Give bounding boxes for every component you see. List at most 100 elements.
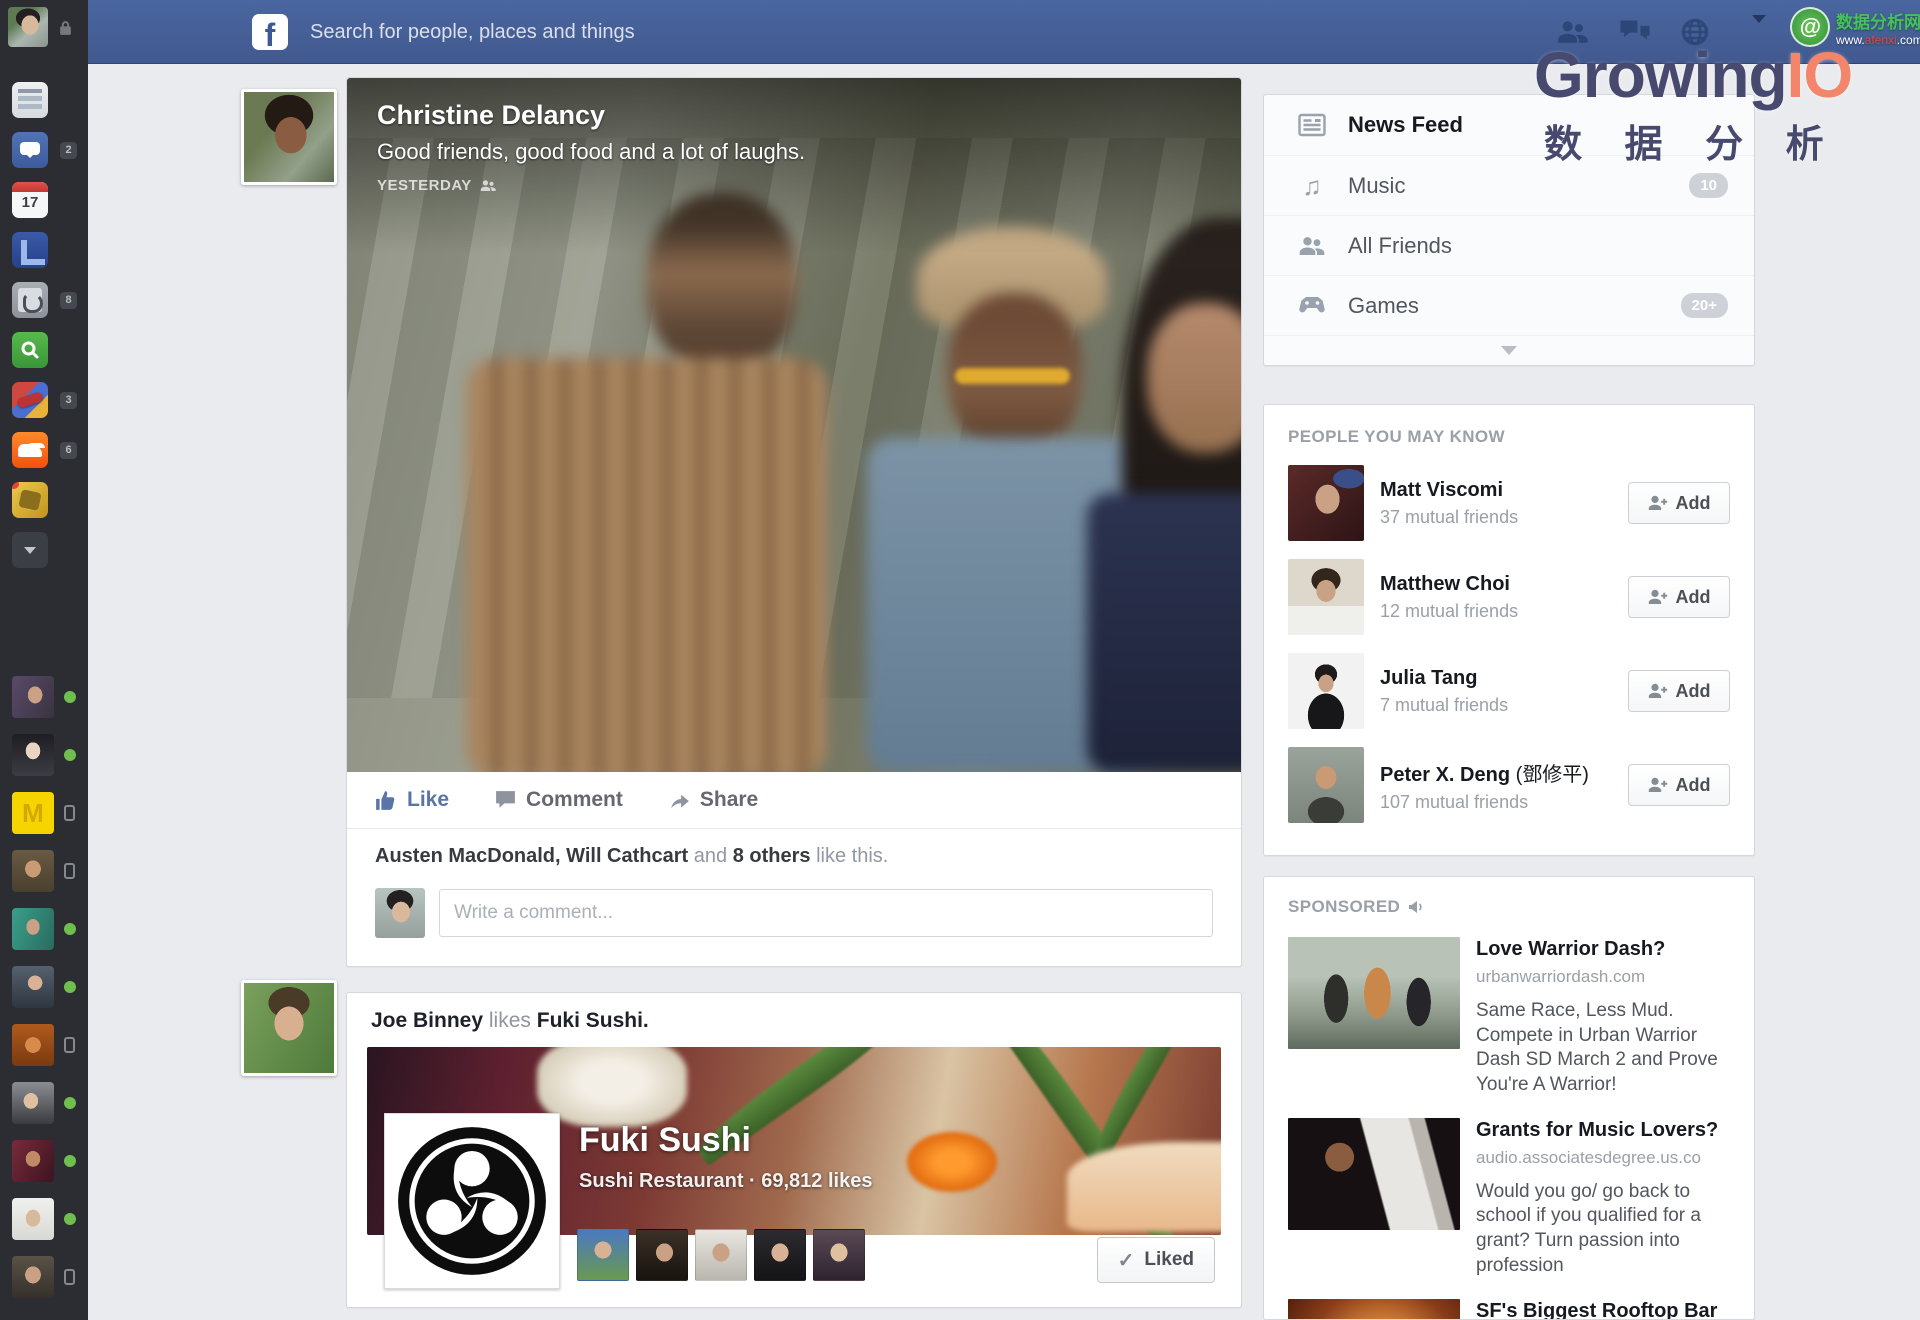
sidebar-item-gifts[interactable] (12, 482, 48, 532)
page-name-link[interactable]: Fuki Sushi. (537, 1009, 649, 1032)
liker-thumbnail[interactable] (577, 1229, 629, 1281)
friend-item[interactable] (12, 1024, 54, 1082)
site-watermark: @ 数据分析网 www.afenxi.com (1790, 7, 1920, 47)
chevron-down-icon (12, 532, 48, 568)
soundcloud-count-badge: 6 (60, 442, 77, 459)
person-photo[interactable] (1288, 653, 1364, 729)
comment-button[interactable]: Comment (495, 788, 623, 812)
sidebar-item-news-feed[interactable] (12, 82, 48, 132)
post-header-overlay: Christine Delancy Good friends, good foo… (347, 78, 1241, 254)
facebook-logo[interactable]: f (252, 14, 288, 50)
person-photo[interactable] (1288, 559, 1364, 635)
facebook-page: 2 17 8 3 (0, 0, 1920, 1320)
comment-row (347, 876, 1241, 960)
news-feed-icon (12, 82, 48, 118)
person-name[interactable]: Matthew Choi (1380, 573, 1612, 596)
game-controller-icon (1298, 296, 1326, 315)
sidebar-item-messages[interactable]: 2 (12, 132, 48, 182)
page-profile-logo[interactable] (384, 1113, 560, 1289)
post-author-name[interactable]: Christine Delancy (377, 100, 1211, 131)
person-name[interactable]: Julia Tang (1380, 667, 1612, 690)
friend-item[interactable] (12, 734, 54, 792)
nav-item-all-friends[interactable]: All Friends (1264, 215, 1754, 275)
page-cover[interactable]: Fuki Sushi Sushi Restaurant · 69,812 lik… (367, 1047, 1221, 1235)
friend-item[interactable] (12, 1140, 54, 1198)
share-button[interactable]: Share (669, 788, 758, 812)
games-count-badge: 20+ (1681, 293, 1728, 318)
sidebar-item-events[interactable]: 17 (12, 182, 48, 232)
search-app-icon (12, 332, 48, 368)
ad-title[interactable]: Grants for Music Lovers? (1476, 1118, 1730, 1143)
sidebar-item-notes[interactable] (12, 232, 48, 282)
sidebar-item-drawing[interactable]: 8 (12, 282, 48, 332)
post-timestamp[interactable]: YESTERDAY (377, 177, 1211, 194)
liker-thumbnail[interactable] (695, 1229, 747, 1281)
online-dot-icon (64, 1213, 76, 1225)
current-user-avatar[interactable] (8, 7, 48, 47)
sidebar-item-games[interactable]: 3 (12, 382, 48, 432)
sidebar-item-search-app[interactable] (12, 332, 48, 382)
friend-avatar (12, 1024, 54, 1066)
growingio-io-accent: IO (1787, 39, 1853, 111)
search-input[interactable]: Search for people, places and things (310, 0, 635, 64)
sidebar-apps-expand-button[interactable] (12, 532, 48, 582)
friend-item[interactable] (12, 1198, 54, 1256)
ad-title[interactable]: Love Warrior Dash? (1476, 937, 1730, 962)
calendar-icon: 17 (12, 182, 48, 218)
post-photo[interactable]: Christine Delancy Good friends, good foo… (347, 78, 1241, 772)
liked-button[interactable]: ✓ Liked (1097, 1237, 1215, 1283)
other-likers-link[interactable]: 8 others (733, 845, 811, 867)
friend-item[interactable] (12, 1256, 54, 1314)
post-author-name[interactable]: Joe Binney (371, 1009, 483, 1032)
gifts-app-icon (12, 482, 48, 518)
friend-avatar (12, 850, 54, 892)
sponsored-ad[interactable]: Love Warrior Dash? urbanwarriordash.com … (1288, 937, 1730, 1098)
person-photo[interactable] (1288, 747, 1364, 823)
add-friend-button[interactable]: Add (1628, 482, 1730, 524)
mutual-friends: 37 mutual friends (1380, 507, 1612, 528)
friend-item[interactable] (12, 676, 54, 734)
like-button[interactable]: Like (375, 788, 449, 812)
person-name[interactable]: Peter X. Deng (鄧修平) (1380, 758, 1612, 787)
friend-item[interactable] (12, 908, 54, 966)
sidebar-item-soundcloud[interactable]: 6 (12, 432, 48, 482)
sponsored-header: SPONSORED (1288, 897, 1730, 917)
post-message: Good friends, good food and a lot of lau… (377, 139, 1211, 165)
sponsored-ad[interactable]: Grants for Music Lovers? audio.associate… (1288, 1118, 1730, 1279)
add-friend-button[interactable]: Add (1628, 764, 1730, 806)
nav-item-games[interactable]: Games 20+ (1264, 275, 1754, 335)
growingio-tagline: 数 据 分 析 (1534, 113, 1852, 168)
friend-item[interactable]: M (12, 792, 54, 850)
page-title[interactable]: Fuki Sushi (579, 1121, 872, 1160)
liker-thumbnail[interactable] (636, 1229, 688, 1281)
ad-image[interactable] (1288, 937, 1460, 1049)
liker-thumbnail[interactable] (813, 1229, 865, 1281)
friend-item[interactable] (12, 850, 54, 908)
liker-names[interactable]: Austen MacDonald, Will Cathcart (375, 845, 688, 867)
sponsored-ad[interactable]: SF's Biggest Rooftop Bar Enjoy cocktails… (1288, 1299, 1730, 1320)
friend-item[interactable] (12, 1082, 54, 1140)
ad-image[interactable] (1288, 1118, 1460, 1230)
add-friend-button[interactable]: Add (1628, 670, 1730, 712)
mutual-friends: 12 mutual friends (1380, 601, 1612, 622)
liker-thumbnail[interactable] (754, 1229, 806, 1281)
write-comment-input[interactable] (439, 889, 1213, 937)
drawing-app-icon (12, 282, 48, 318)
post-author-avatar[interactable] (241, 89, 337, 185)
commenter-avatar[interactable] (375, 888, 425, 938)
person-photo[interactable] (1288, 465, 1364, 541)
post-author-avatar[interactable] (241, 980, 337, 1076)
share-arrow-icon (669, 791, 690, 809)
friend-avatar (12, 966, 54, 1008)
pymk-header: PEOPLE YOU MAY KNOW (1288, 427, 1730, 447)
online-dot-icon (64, 749, 76, 761)
friend-avatar (12, 908, 54, 950)
thumbs-up-icon (375, 790, 397, 811)
ad-title[interactable]: SF's Biggest Rooftop Bar (1476, 1299, 1730, 1320)
ad-image[interactable] (1288, 1299, 1460, 1320)
person-name[interactable]: Matt Viscomi (1380, 479, 1612, 502)
friend-item[interactable] (12, 966, 54, 1024)
people-you-may-know-card: PEOPLE YOU MAY KNOW Matt Viscomi 37 mutu… (1263, 404, 1755, 856)
add-friend-button[interactable]: Add (1628, 576, 1730, 618)
nav-expand-button[interactable] (1264, 335, 1754, 365)
